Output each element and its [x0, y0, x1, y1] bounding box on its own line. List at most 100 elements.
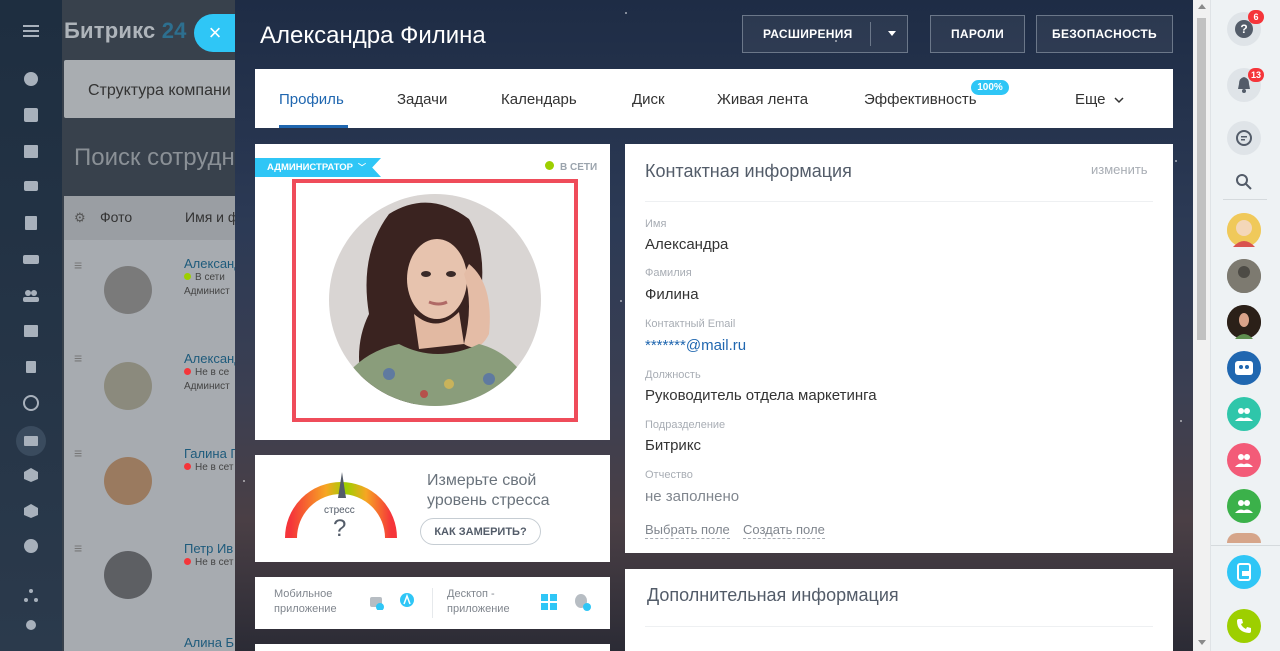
avatar[interactable]: [1227, 259, 1261, 293]
avatar: [104, 362, 152, 410]
tab-more-label: Еще: [1075, 91, 1106, 108]
passwords-button[interactable]: ПАРОЛИ: [930, 15, 1025, 53]
tab-disk[interactable]: Диск: [632, 91, 665, 108]
phone-icon[interactable]: [1227, 609, 1261, 643]
employees-icon[interactable]: [20, 284, 42, 306]
avatar: [104, 457, 152, 505]
active-tab-indicator: [279, 125, 348, 128]
market-icon[interactable]: [20, 500, 42, 522]
screen-share-icon[interactable]: [1227, 555, 1261, 589]
group-chat-icon[interactable]: [1227, 397, 1261, 431]
drag-handle-icon[interactable]: ≡: [74, 257, 82, 273]
drag-handle-icon[interactable]: ≡: [74, 350, 82, 366]
live-feed-icon[interactable]: [20, 68, 42, 90]
table-row-name[interactable]: Петр Ив: [184, 541, 233, 556]
col-photo: Фото: [100, 209, 133, 225]
role-badge-label: АДМИНИСТРАТОР: [267, 162, 354, 173]
edit-contact-link[interactable]: изменить: [1091, 162, 1148, 177]
divider: [1211, 545, 1280, 546]
left-nav: [0, 0, 62, 651]
group-chat-icon[interactable]: [1227, 443, 1261, 477]
android-icon[interactable]: [368, 592, 384, 611]
profile-card-icon[interactable]: [16, 426, 46, 456]
tab-more[interactable]: Еще: [1075, 91, 1124, 108]
table-row-name[interactable]: Галина Г: [184, 446, 237, 461]
divider: [645, 201, 1153, 202]
scrollbar[interactable]: [1193, 0, 1210, 651]
messages-icon[interactable]: [1227, 121, 1261, 155]
decor-star: [620, 300, 622, 302]
field-label: Отчество: [645, 469, 693, 481]
drive-icon[interactable]: [20, 248, 42, 270]
field-label: Подразделение: [645, 419, 726, 431]
scroll-thumb[interactable]: [1197, 18, 1206, 340]
create-field-link[interactable]: Создать поле: [743, 522, 825, 539]
close-icon: ×: [208, 20, 222, 45]
profile-photo-image: [329, 194, 541, 406]
profile-photo[interactable]: [329, 194, 541, 406]
next-card: [255, 644, 610, 651]
menu-icon[interactable]: [20, 20, 42, 42]
avatar[interactable]: [1227, 305, 1261, 339]
notification-badge: 13: [1248, 68, 1265, 82]
windows-icon[interactable]: [540, 593, 558, 611]
crm-icon[interactable]: [20, 356, 42, 378]
tasks-icon[interactable]: [20, 104, 42, 126]
logo-num: 24: [161, 18, 187, 43]
sites-icon[interactable]: [20, 320, 42, 342]
apps-card: Мобильное приложение Десктоп - приложени…: [255, 577, 610, 629]
role-badge[interactable]: АДМИНИСТРАТОР ﹀: [255, 158, 381, 177]
appstore-icon[interactable]: [398, 592, 416, 610]
field-label: Имя: [645, 218, 667, 230]
group-chat-icon[interactable]: [1227, 489, 1261, 523]
documents-icon[interactable]: [20, 212, 42, 234]
tab-calendar[interactable]: Календарь: [501, 91, 577, 108]
apple-icon[interactable]: [573, 591, 591, 611]
scroll-down-icon[interactable]: [1198, 640, 1206, 645]
drag-handle-icon[interactable]: ≡: [74, 445, 82, 461]
chat-icon[interactable]: [20, 176, 42, 198]
logo: Битрикс 24: [64, 18, 187, 44]
table-row-name[interactable]: Алина Б: [184, 635, 234, 650]
close-slider-button[interactable]: ×: [194, 14, 236, 52]
gear-icon[interactable]: ⚙: [74, 210, 86, 226]
divider: [645, 626, 1153, 627]
avatar[interactable]: [1227, 533, 1261, 543]
table-row-status: Не в сет: [184, 462, 233, 473]
tab-profile[interactable]: Профиль: [279, 91, 344, 108]
search-title: Поиск сотрудн: [74, 144, 235, 171]
apps-icon[interactable]: [20, 464, 42, 486]
measure-stress-button[interactable]: КАК ЗАМЕРИТЬ?: [420, 518, 541, 545]
scroll-up-icon[interactable]: [1198, 4, 1206, 9]
table-row-status: Не в сет: [184, 557, 233, 568]
drag-handle-icon[interactable]: ≡: [74, 540, 82, 556]
security-button[interactable]: БЕЗОПАСНОСТЬ: [1036, 15, 1173, 53]
calendar-icon[interactable]: [20, 140, 42, 162]
structure-icon[interactable]: [20, 585, 42, 607]
tab-live-feed[interactable]: Живая лента: [717, 91, 808, 108]
extensions-label: РАСШИРЕНИЯ: [763, 27, 853, 41]
group-chat-icon[interactable]: [1227, 351, 1261, 385]
status-dot: [184, 368, 191, 375]
field-value: Руководитель отдела маркетинга: [645, 387, 877, 404]
email-link[interactable]: *******@mail.ru: [645, 337, 746, 354]
status-dot: [184, 463, 191, 470]
extensions-button[interactable]: РАСШИРЕНИЯ: [742, 15, 908, 53]
choose-field-link[interactable]: Выбрать поле: [645, 522, 730, 539]
time-icon[interactable]: [20, 392, 42, 414]
field-value: Битрикс: [645, 437, 702, 454]
settings-icon[interactable]: [20, 614, 42, 636]
table-row-name[interactable]: Александ: [184, 256, 242, 271]
avatar[interactable]: [1227, 213, 1261, 247]
gauge-value: ?: [333, 515, 347, 542]
field-label: Должность: [645, 369, 701, 381]
online-status-label: В СЕТИ: [560, 162, 598, 173]
stress-card: стресс ? Измерьте свой уровень стресса К…: [255, 455, 610, 562]
chevron-down-icon[interactable]: [888, 31, 896, 36]
tab-tasks[interactable]: Задачи: [397, 91, 447, 108]
stress-text: Измерьте свой уровень стресса: [427, 472, 550, 509]
search-icon[interactable]: [1227, 165, 1261, 199]
tab-efficiency[interactable]: Эффективность: [864, 91, 977, 108]
table-row-name[interactable]: Александ: [184, 351, 242, 366]
more-icon[interactable]: [20, 535, 42, 557]
